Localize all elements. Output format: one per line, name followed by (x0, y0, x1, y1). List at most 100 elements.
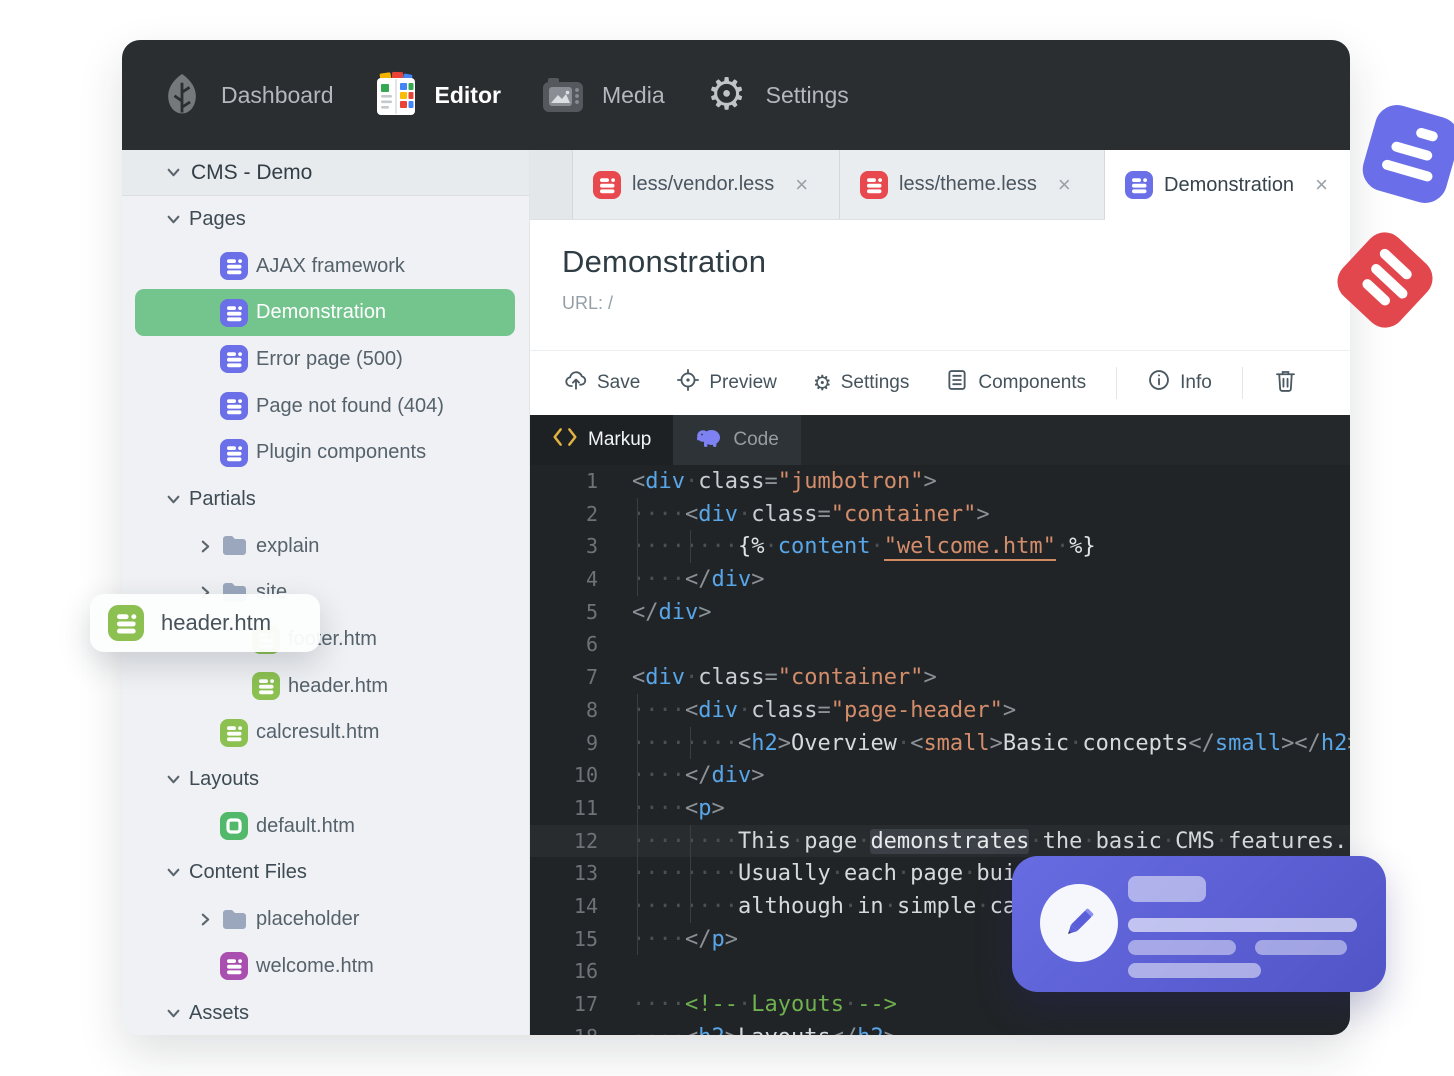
code-line[interactable]: 18····<h2>Layouts</h2> (530, 1021, 1350, 1035)
tree-item-label: welcome.htm (256, 954, 374, 977)
indent-guide (689, 726, 691, 760)
tab-less-vendor-less[interactable]: less/vendor.less × (572, 150, 840, 219)
editor-tab-markup[interactable]: Markup (530, 415, 674, 465)
tree-item-calcresult-htm[interactable]: calcresult.htm (122, 710, 529, 757)
tree-item-label: Layouts (189, 768, 260, 791)
php-elephant-icon (695, 425, 723, 455)
chevron-down-icon (166, 772, 181, 787)
indent-guide (689, 857, 691, 890)
tree-item-welcome-htm[interactable]: welcome.htm (122, 943, 529, 990)
chevron-down-icon (166, 165, 181, 180)
indent-guide (637, 530, 638, 564)
nav-item-settings[interactable]: ⚙ Settings (703, 71, 849, 119)
chevron-down-icon (166, 212, 181, 227)
tree-item-page-not-found-404[interactable]: Page not found (404) (122, 383, 529, 430)
project-root[interactable]: CMS - Demo (122, 150, 529, 196)
less-file-icon (860, 170, 888, 199)
code-line[interactable]: 9 ········<h2>Overview·<small>Basic·conce… (530, 726, 1350, 760)
indent-guide (637, 889, 638, 923)
indent-guide (637, 857, 638, 890)
nav-item-label: Editor (434, 81, 501, 108)
code-line[interactable]: 11 ····<p> (530, 791, 1350, 825)
tab-less-theme-less[interactable]: less/theme.less × (840, 150, 1105, 219)
code-line[interactable]: 5 </div> (530, 596, 1350, 629)
tree-item-error-page-500[interactable]: Error page (500) (122, 336, 529, 383)
tree-item-explain[interactable]: explain (122, 523, 529, 570)
code-line[interactable]: 7 <div·class="container"> (530, 661, 1350, 694)
components-button[interactable]: Components (945, 368, 1086, 398)
code-line[interactable]: 4 ····</div> (530, 563, 1350, 596)
toolbar-button-label: Settings (840, 372, 910, 393)
tree-item-label: Assets (189, 1001, 250, 1024)
indent-guide (637, 497, 638, 531)
document-toolbar: Save Preview ⚙ Settings Components Info (530, 350, 1350, 415)
tree-section-content-files[interactable]: Content Files (122, 850, 529, 897)
editor-icon (372, 71, 420, 119)
tree-item-label: placeholder (256, 908, 360, 931)
deco-purple-note-icon (1357, 99, 1454, 209)
code-line[interactable]: 8 ····<div·class="page-header"> (530, 693, 1350, 727)
toolbar-divider (1241, 367, 1243, 399)
tree-item-label: AJAX framework (256, 254, 405, 277)
toolbar-button-label: Components (978, 372, 1087, 393)
leaf-icon (158, 71, 206, 119)
code-line[interactable]: 6 (530, 628, 1350, 661)
tree-item-placeholder[interactable]: placeholder (122, 896, 529, 943)
code-line[interactable]: 2 ····<div·class="container"> (530, 497, 1350, 531)
tree-item-default-htm[interactable]: default.htm (122, 803, 529, 850)
indent-guide (637, 693, 638, 727)
indent-guide (689, 530, 691, 564)
code-line[interactable]: 17 ····<!--·Layouts·--> (530, 988, 1350, 1021)
line-number: 2 (585, 501, 598, 526)
tree-section-layouts[interactable]: Layouts (122, 756, 529, 803)
preview-target-icon (676, 368, 700, 398)
tree-item-demonstration[interactable]: Demonstration (135, 289, 515, 337)
chevron-down-icon (166, 492, 181, 507)
tab-demonstration[interactable]: Demonstration × (1105, 150, 1350, 220)
tree-section-partials[interactable]: Partials (122, 476, 529, 523)
tree-item-label: calcresult.htm (256, 721, 380, 744)
line-number: 18 (530, 1021, 598, 1035)
tree-item-label: Error page (500) (256, 347, 403, 370)
tree-item-ajax-framework[interactable]: AJAX framework (122, 243, 529, 290)
indent-guide (689, 824, 691, 858)
close-icon[interactable]: × (795, 173, 808, 196)
drag-card-label: header.htm (161, 610, 272, 635)
indent-guide (637, 824, 638, 858)
code-line[interactable]: 1 <div·class="jumbotron"> (530, 465, 1350, 498)
line-number: 9 (585, 730, 598, 755)
chevron-down-icon (166, 865, 181, 880)
content-icon (220, 952, 248, 981)
editor-tab-code[interactable]: Code (673, 415, 801, 465)
code-line[interactable]: 3 ········{%·content·"welcome.htm"·%} (530, 530, 1350, 564)
page-icon (220, 438, 248, 467)
close-icon[interactable]: × (1315, 174, 1328, 196)
toolbar-divider (1116, 367, 1118, 399)
gear-icon: ⚙ (706, 70, 747, 119)
delete-button[interactable] (1273, 368, 1298, 399)
editor-tab-label: Code (733, 429, 779, 450)
code-line[interactable]: 12 ········This·page·demonstrates·the·bas… (530, 824, 1350, 858)
preview-button[interactable]: Preview (676, 368, 777, 398)
nav-item-dashboard[interactable]: Dashboard (158, 71, 334, 119)
document-header: Demonstration URL: / (530, 220, 1350, 350)
save-button[interactable]: Save (564, 368, 640, 398)
info-button[interactable]: Info (1147, 368, 1212, 398)
page-icon (220, 345, 248, 374)
tree-section-assets[interactable]: Assets (122, 990, 529, 1035)
line-number: 6 (585, 632, 598, 657)
close-icon[interactable]: × (1058, 173, 1071, 196)
code-line[interactable]: 10 ····</div> (530, 759, 1350, 792)
nav-item-editor[interactable]: Editor (372, 71, 501, 119)
tree-item-plugin-components[interactable]: Plugin components (122, 429, 529, 476)
tree-item-label: Content Files (189, 861, 307, 884)
line-number: 17 (573, 992, 598, 1016)
nav-item-media[interactable]: Media (539, 71, 665, 119)
tree-section-pages[interactable]: Pages (122, 196, 529, 243)
folder-icon (221, 534, 248, 558)
drag-card-header-htm[interactable]: header.htm (90, 594, 320, 652)
tree-item-header-htm[interactable]: header.htm (122, 663, 529, 710)
settings-button[interactable]: ⚙ Settings (813, 371, 909, 396)
line-number: 3 (585, 534, 598, 559)
indent-guide (637, 726, 638, 760)
